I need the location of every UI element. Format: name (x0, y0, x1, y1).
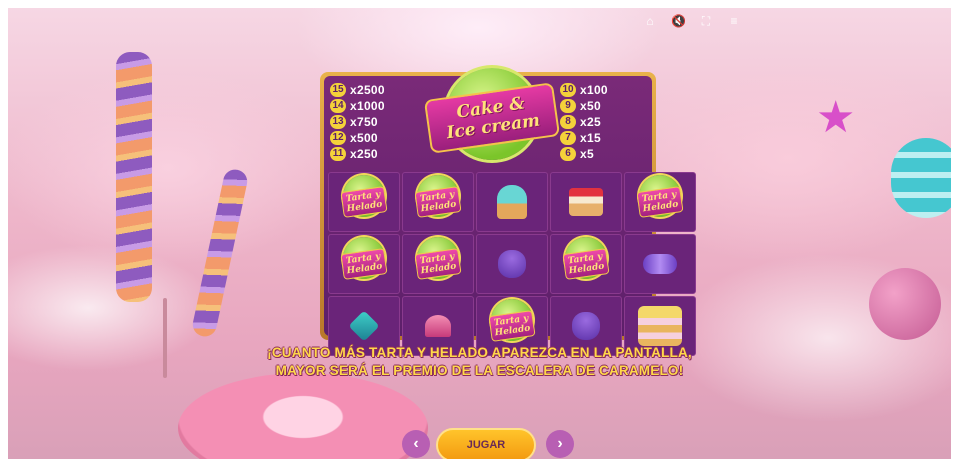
wild-label: Tarta y Helado (414, 248, 462, 280)
reel-cell: Tarta y Helado (550, 234, 622, 294)
star-decoration: ★ (816, 93, 856, 142)
home-icon[interactable]: ⌂ (643, 14, 657, 28)
paytable-count: 13 (330, 115, 346, 129)
paytable-count: 15 (330, 83, 346, 97)
menu-icon[interactable]: ≡ (727, 14, 741, 28)
club-symbol-icon (498, 250, 526, 278)
fullscreen-icon[interactable]: ⛶ (699, 14, 713, 28)
paytable-count: 6 (560, 147, 576, 161)
game-panel: 15 x2500 14 x1000 13 x750 12 x500 11 x250 Cak… (320, 68, 696, 356)
paytable-count: 12 (330, 131, 346, 145)
panel-frame: 15 x2500 14 x1000 13 x750 12 x500 11 x250 Cak… (320, 68, 696, 356)
caption-line-2: MAYOR SERÁ EL PREMIO DE LA ESCALERA DE C… (275, 363, 684, 378)
candy-symbol-icon (643, 254, 677, 274)
reel-cell (624, 234, 696, 294)
paytable-row: 12 x500 (330, 130, 416, 146)
info-caption: ¡CUANTO MÁS TARTA Y HELADO APAREZCA EN L… (8, 344, 951, 380)
paytable-multiplier: x500 (350, 131, 378, 145)
paytable-row: 14 x1000 (330, 98, 416, 114)
paytable-multiplier: x250 (350, 147, 378, 161)
club-symbol-icon (572, 312, 600, 340)
paytable-row: 9 x50 (560, 98, 646, 114)
paytable-multiplier: x5 (580, 147, 594, 161)
paytable-multiplier: x100 (580, 83, 608, 97)
cake-pop-decoration (869, 268, 941, 340)
paytable-count: 8 (560, 115, 576, 129)
cakeslice-symbol-icon (569, 188, 603, 216)
cupcake-symbol-icon (497, 185, 527, 219)
heart-symbol-icon (425, 315, 451, 337)
paytable-row: 13 x750 (330, 114, 416, 130)
wild-label: Tarta y Helado (488, 310, 536, 342)
wild-symbol: Tarta y Helado (403, 235, 473, 293)
play-button[interactable]: JUGAR (436, 428, 536, 459)
paytable-multiplier: x2500 (350, 83, 385, 97)
paytable-multiplier: x15 (580, 131, 601, 145)
reel-cell: Tarta y Helado (624, 172, 696, 232)
paytable-right: 10 x100 9 x50 8 x25 7 x15 6 x5 (560, 82, 646, 162)
paytable-multiplier: x25 (580, 115, 601, 129)
paytable-count: 11 (330, 147, 346, 161)
wild-symbol: Tarta y Helado (625, 173, 695, 231)
paytable-count: 10 (560, 83, 576, 97)
paytable-row: 11 x250 (330, 146, 416, 162)
paytable-multiplier: x750 (350, 115, 378, 129)
panel-inner: 15 x2500 14 x1000 13 x750 12 x500 11 x250 Cak… (324, 68, 696, 356)
wild-label: Tarta y Helado (636, 186, 684, 218)
reel-cell: Tarta y Helado (328, 172, 400, 232)
wild-symbol: Tarta y Helado (329, 235, 399, 293)
wild-label: Tarta y Helado (562, 248, 610, 280)
wild-label: Tarta y Helado (340, 186, 388, 218)
caption-line-1: ¡CUANTO MÁS TARTA Y HELADO APAREZCA EN L… (267, 345, 692, 360)
logo-plate: Cake & Ice cream (423, 82, 561, 154)
paytable-left: 15 x2500 14 x1000 13 x750 12 x500 11 x250 (330, 82, 416, 162)
spiral-lollipop-left (116, 52, 152, 302)
wild-label: Tarta y Helado (340, 248, 388, 280)
wild-label: Tarta y Helado (414, 186, 462, 218)
paytable-count: 7 (560, 131, 576, 145)
wild-symbol: Tarta y Helado (551, 235, 621, 293)
wild-symbol: Tarta y Helado (403, 173, 473, 231)
reel-cell: Tarta y Helado (402, 234, 474, 294)
game-stage: ★ ⌂ 🔇 ⛶ ≡ 15 x2500 14 x1000 13 x750 12 x500 … (8, 8, 951, 459)
wild-symbol: Tarta y Helado (329, 173, 399, 231)
reel-cell: Tarta y Helado (328, 234, 400, 294)
paytable-multiplier: x1000 (350, 99, 385, 113)
bigcake-symbol-icon (638, 306, 682, 346)
paytable-count: 9 (560, 99, 576, 113)
previous-page-button[interactable]: ‹ (402, 430, 430, 458)
paytable-row: 7 x15 (560, 130, 646, 146)
game-logo: Cake & Ice cream (423, 68, 561, 168)
reel-cell (476, 234, 548, 294)
paytable-row: 15 x2500 (330, 82, 416, 98)
paytable-row: 6 x5 (560, 146, 646, 162)
sound-off-icon[interactable]: 🔇 (671, 14, 686, 28)
donut-decoration (178, 373, 428, 459)
paytable-row: 8 x25 (560, 114, 646, 130)
reel-grid: Tarta y Helado Tarta y Helado Tarta y Helado T… (328, 172, 696, 356)
paytable-count: 14 (330, 99, 346, 113)
next-page-button[interactable]: › (546, 430, 574, 458)
reel-cell (550, 172, 622, 232)
top-toolbar: ⌂ 🔇 ⛶ ≡ (643, 14, 741, 28)
reel-cell: Tarta y Helado (402, 172, 474, 232)
diamond-symbol-icon (348, 310, 380, 342)
macaron-decoration (891, 138, 951, 218)
spiral-lollipop-small (190, 167, 250, 339)
paytable-multiplier: x50 (580, 99, 601, 113)
reel-cell (476, 172, 548, 232)
paytable-row: 10 x100 (560, 82, 646, 98)
